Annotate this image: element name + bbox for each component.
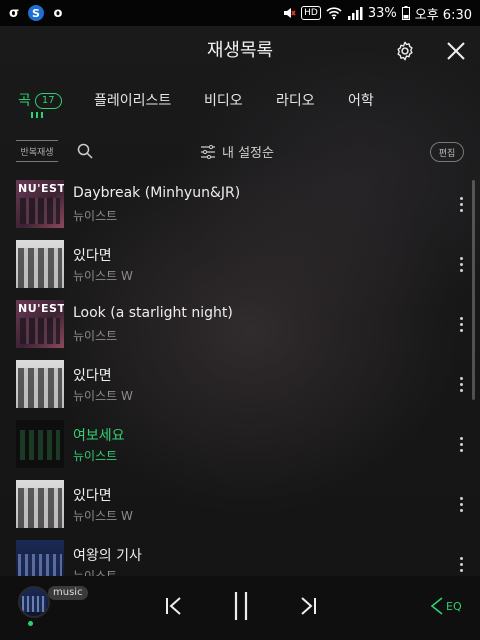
album-cover bbox=[16, 540, 64, 576]
status-bar: σ S o HD 33% 오후 6:30 bbox=[0, 0, 480, 26]
tab-video[interactable]: 비디오 bbox=[204, 90, 243, 110]
more-icon[interactable] bbox=[452, 372, 470, 396]
search-button[interactable] bbox=[76, 142, 94, 160]
settings-button[interactable] bbox=[392, 38, 418, 64]
app-notification-icon-3: o bbox=[53, 5, 63, 21]
more-icon[interactable] bbox=[452, 192, 470, 216]
song-artist: 뉴이스트 W bbox=[73, 269, 133, 283]
album-cover: NU'EST bbox=[16, 180, 64, 228]
tab-songs[interactable]: 곡 17 bbox=[18, 90, 62, 110]
hd-voice-icon: HD bbox=[301, 6, 321, 20]
search-icon bbox=[77, 143, 93, 159]
clock: 오후 6:30 bbox=[414, 7, 472, 23]
tab-language[interactable]: 어학 bbox=[348, 90, 374, 110]
next-icon bbox=[301, 597, 316, 615]
app-notification-icon-2: S bbox=[28, 5, 44, 21]
more-icon[interactable] bbox=[452, 492, 470, 516]
song-title: 여왕의 기사 bbox=[73, 548, 142, 564]
song-title: Daybreak (Minhyun&JR) bbox=[73, 185, 241, 201]
close-icon bbox=[447, 42, 465, 60]
eq-label: EQ bbox=[446, 599, 462, 613]
pause-button[interactable] bbox=[228, 590, 254, 622]
song-row[interactable]: 있다면 뉴이스트 W bbox=[0, 354, 480, 414]
song-title: 있다면 bbox=[73, 488, 112, 504]
mini-player: music EQ bbox=[0, 576, 480, 640]
edit-button[interactable]: 편집 bbox=[430, 142, 464, 162]
scrollbar[interactable] bbox=[472, 180, 475, 400]
pause-icon bbox=[234, 592, 248, 620]
wifi-icon bbox=[326, 7, 342, 20]
sort-icon bbox=[201, 144, 215, 159]
previous-button[interactable] bbox=[162, 594, 186, 618]
battery-icon bbox=[401, 6, 410, 20]
more-icon[interactable] bbox=[452, 552, 470, 576]
song-row[interactable]: NU'EST Look (a starlight night) 뉴이스트 bbox=[0, 294, 480, 354]
now-playing-cover[interactable] bbox=[18, 586, 50, 618]
song-row[interactable]: 있다면 뉴이스트 W bbox=[0, 474, 480, 534]
tab-songs-count: 17 bbox=[34, 93, 62, 109]
album-cover bbox=[16, 480, 64, 528]
equalizer-indicator bbox=[30, 112, 44, 118]
app-notification-icon: σ bbox=[8, 5, 20, 21]
album-cover bbox=[16, 360, 64, 408]
repeat-button[interactable]: 반복재생 bbox=[16, 140, 58, 162]
sort-label: 내 설정순 bbox=[222, 146, 274, 161]
album-cover bbox=[16, 420, 64, 468]
music-badge: music bbox=[48, 586, 88, 600]
song-title: 여보세요 bbox=[73, 428, 125, 444]
song-artist: 뉴이스트 bbox=[73, 569, 118, 576]
tab-playlist[interactable]: 플레이리스트 bbox=[94, 90, 171, 110]
more-icon[interactable] bbox=[452, 312, 470, 336]
progress-indicator bbox=[28, 621, 33, 626]
song-row[interactable]: 있다면 뉴이스트 W bbox=[0, 234, 480, 294]
song-title: Look (a starlight night) bbox=[73, 305, 233, 321]
song-row-playing[interactable]: 여보세요 뉴이스트 bbox=[0, 414, 480, 474]
next-button[interactable] bbox=[296, 594, 320, 618]
song-artist: 뉴이스트 bbox=[73, 329, 118, 343]
repeat-label: 반복재생 bbox=[20, 147, 54, 158]
song-list: NU'EST Daybreak (Minhyun&JR) 뉴이스트 있다면 뉴이… bbox=[0, 174, 480, 576]
album-cover: NU'EST bbox=[16, 300, 64, 348]
eq-icon bbox=[430, 597, 443, 615]
eq-button[interactable]: EQ bbox=[430, 594, 464, 618]
song-artist: 뉴이스트 W bbox=[73, 509, 133, 523]
song-artist: 뉴이스트 bbox=[73, 449, 118, 463]
close-button[interactable] bbox=[444, 38, 468, 64]
song-row[interactable]: 여왕의 기사 뉴이스트 bbox=[0, 534, 480, 576]
more-icon[interactable] bbox=[452, 432, 470, 456]
battery-percent: 33% bbox=[367, 5, 397, 21]
tab-radio[interactable]: 라디오 bbox=[276, 90, 315, 110]
song-row[interactable]: NU'EST Daybreak (Minhyun&JR) 뉴이스트 bbox=[0, 174, 480, 234]
sort-button[interactable]: 내 설정순 bbox=[200, 142, 274, 161]
song-artist: 뉴이스트 bbox=[73, 209, 118, 223]
album-cover bbox=[16, 240, 64, 288]
gear-icon bbox=[397, 41, 413, 61]
song-title: 있다면 bbox=[73, 248, 112, 264]
edit-label: 편집 bbox=[438, 148, 456, 159]
previous-icon bbox=[166, 597, 181, 615]
volume-mute-icon bbox=[284, 8, 296, 18]
signal-icon bbox=[347, 7, 363, 20]
song-artist: 뉴이스트 W bbox=[73, 389, 133, 403]
song-title: 있다면 bbox=[73, 368, 112, 384]
tab-songs-label: 곡 bbox=[18, 93, 31, 109]
more-icon[interactable] bbox=[452, 252, 470, 276]
